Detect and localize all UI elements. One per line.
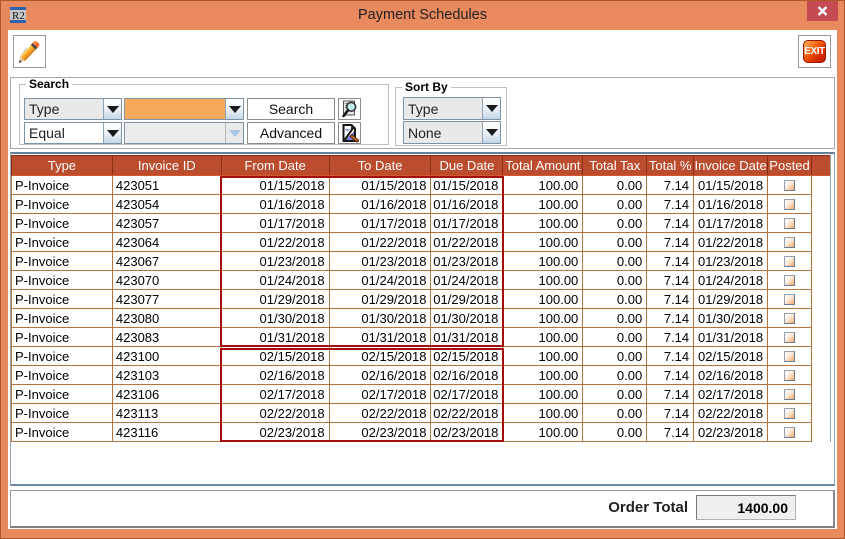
svg-text:R2: R2 [12, 10, 25, 22]
